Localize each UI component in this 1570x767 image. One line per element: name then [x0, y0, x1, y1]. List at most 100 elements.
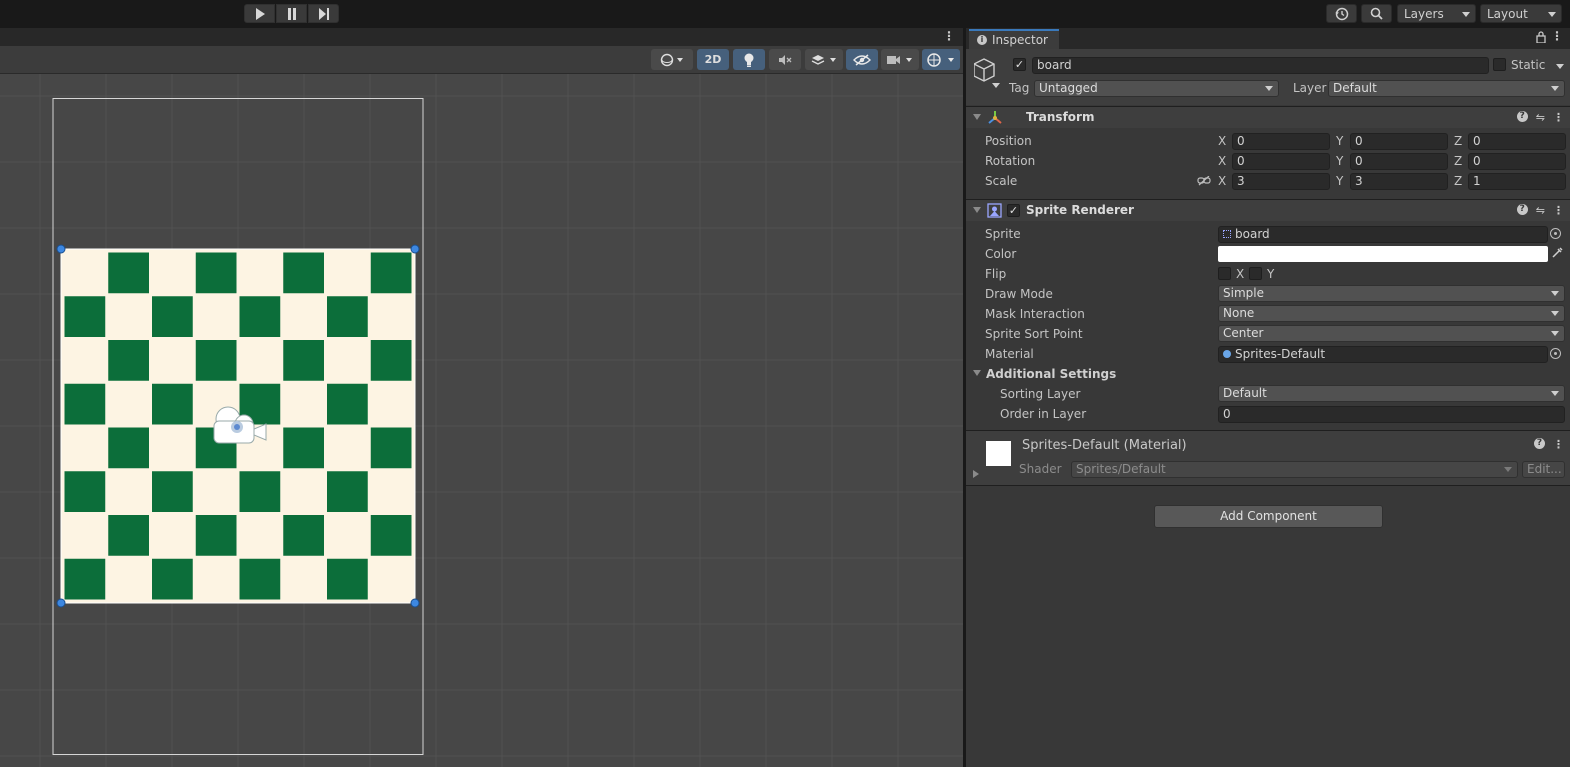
board-dark-square — [283, 515, 324, 556]
rotation-y-field[interactable]: 0 — [1350, 153, 1448, 170]
board-dark-square — [327, 296, 368, 337]
more-options-icon[interactable]: ⋮ — [1553, 438, 1564, 451]
help-icon[interactable]: ? — [1534, 438, 1545, 449]
board-dark-square — [64, 296, 106, 337]
mask-interaction-dropdown[interactable]: None — [1218, 305, 1565, 322]
board-dark-square — [327, 383, 368, 425]
rect-handle-bottom-right[interactable] — [410, 598, 420, 608]
board-dark-square — [239, 296, 281, 337]
scene-viewport[interactable] — [0, 74, 963, 767]
layers-dropdown[interactable]: Layers — [1397, 4, 1476, 23]
rotation-x-field[interactable]: 0 — [1232, 153, 1330, 170]
sprite-sort-point-dropdown[interactable]: Center — [1218, 325, 1565, 342]
board-dark-square — [370, 515, 412, 556]
shading-mode-button[interactable] — [651, 49, 693, 70]
sprite-renderer-header[interactable]: ✓ Sprite Renderer ? ⇋ ⋮ — [966, 199, 1570, 221]
y-label: Y — [1336, 174, 1344, 188]
gameobject-name-field[interactable]: board — [1032, 57, 1489, 74]
color-swatch[interactable] — [1218, 246, 1548, 262]
tab-inspector[interactable]: i Inspector — [969, 29, 1059, 49]
foldout-arrow-icon[interactable] — [973, 207, 981, 213]
rect-handle-top-left[interactable] — [56, 244, 66, 254]
preset-icon[interactable]: ⇋ — [1536, 204, 1545, 217]
eyedropper-icon[interactable] — [1551, 247, 1563, 259]
pause-button[interactable] — [276, 4, 307, 23]
mute-icon — [779, 54, 792, 65]
more-options-icon[interactable]: ⋮ — [943, 30, 955, 42]
gameobject-cube-icon[interactable] — [974, 57, 1004, 89]
more-options-icon[interactable]: ⋮ — [1553, 204, 1564, 217]
layer-dropdown[interactable]: Default — [1328, 80, 1565, 97]
audio-toggle-button[interactable] — [769, 49, 801, 70]
order-in-layer-field[interactable]: 0 — [1218, 406, 1565, 423]
static-checkbox[interactable] — [1493, 58, 1506, 71]
scale-y-field[interactable]: 3 — [1350, 173, 1448, 190]
tag-label: Tag — [1009, 81, 1030, 95]
position-z-field[interactable]: 0 — [1468, 133, 1566, 150]
help-icon[interactable]: ? — [1516, 111, 1528, 122]
search-button[interactable] — [1361, 4, 1392, 23]
object-picker-icon[interactable] — [1550, 348, 1561, 359]
step-button[interactable] — [308, 4, 339, 23]
lighting-toggle-button[interactable] — [733, 49, 765, 70]
board-dark-square — [370, 427, 412, 469]
chevron-down-icon[interactable] — [1556, 64, 1564, 69]
play-button[interactable] — [244, 4, 275, 23]
scale-x-field[interactable]: 3 — [1232, 173, 1330, 190]
mask-interaction-row: Mask Interaction None — [966, 304, 1570, 324]
flip-x-checkbox[interactable] — [1218, 267, 1231, 280]
camera-dropdown[interactable] — [881, 49, 919, 70]
more-options-icon[interactable]: ⋮ — [1553, 111, 1564, 124]
foldout-arrow-icon[interactable] — [973, 114, 981, 120]
2d-toggle-button[interactable]: 2D — [697, 49, 729, 70]
gizmos-dropdown[interactable] — [922, 49, 960, 70]
position-y-field[interactable]: 0 — [1350, 133, 1448, 150]
rect-handle-bottom-left[interactable] — [56, 598, 66, 608]
additional-settings-row[interactable]: Additional Settings — [966, 364, 1570, 384]
shader-dropdown[interactable]: Sprites/Default — [1071, 461, 1518, 478]
active-checkbox[interactable]: ✓ — [1013, 58, 1026, 71]
component-header-icons: ? ⇋ ⋮ — [1516, 111, 1564, 124]
sprite-sort-point-value: Center — [1223, 326, 1264, 340]
help-icon[interactable]: ? — [1516, 204, 1528, 215]
position-x-field[interactable]: 0 — [1232, 133, 1330, 150]
object-picker-icon[interactable] — [1550, 228, 1561, 239]
scene-canvas[interactable] — [0, 74, 963, 767]
draw-mode-row: Draw Mode Simple — [966, 284, 1570, 304]
hidden-objects-toggle[interactable] — [846, 49, 878, 70]
layout-dropdown[interactable]: Layout — [1480, 4, 1562, 23]
constrain-proportions-icon[interactable] — [1197, 176, 1211, 186]
more-options-icon[interactable]: ⋮ — [1551, 29, 1563, 43]
sprite-object-field[interactable]: board — [1218, 226, 1548, 243]
tag-dropdown[interactable]: Untagged — [1034, 80, 1279, 97]
scale-z-field[interactable]: 1 — [1468, 173, 1566, 190]
transform-header[interactable]: Transform ? ⇋ ⋮ — [966, 106, 1570, 128]
step-icon — [318, 7, 329, 20]
sprite-renderer-enabled-checkbox[interactable]: ✓ — [1007, 204, 1020, 217]
effects-dropdown[interactable] — [805, 49, 843, 70]
board-dark-square — [108, 427, 149, 469]
foldout-arrow-icon[interactable] — [973, 470, 979, 478]
add-component-button[interactable]: Add Component — [1154, 505, 1383, 528]
chevron-down-icon — [1551, 331, 1559, 336]
order-in-layer-row: Order in Layer 0 — [966, 404, 1570, 424]
layer-label: Layer — [1293, 81, 1327, 95]
draw-mode-dropdown[interactable]: Simple — [1218, 285, 1565, 302]
mask-interaction-label: Mask Interaction — [985, 307, 1085, 321]
foldout-arrow-icon[interactable] — [973, 370, 981, 376]
material-object-field[interactable]: Sprites-Default — [1218, 346, 1548, 363]
preset-icon[interactable]: ⇋ — [1536, 111, 1545, 124]
lock-icon[interactable] — [1536, 31, 1546, 46]
board-dark-square — [283, 340, 324, 381]
sorting-layer-row: Sorting Layer Default — [966, 384, 1570, 404]
history-button[interactable] — [1326, 4, 1357, 23]
board-dark-square — [64, 471, 106, 512]
rotation-z-field[interactable]: 0 — [1468, 153, 1566, 170]
shader-edit-button[interactable]: Edit... — [1522, 461, 1565, 478]
inspector-tab-bar: i Inspector ⋮ — [966, 28, 1570, 49]
draw-mode-label: Draw Mode — [985, 287, 1053, 301]
rect-handle-top-right[interactable] — [410, 244, 420, 254]
flip-y-checkbox[interactable] — [1249, 267, 1262, 280]
sorting-layer-dropdown[interactable]: Default — [1218, 385, 1565, 402]
sprite-renderer-icon — [987, 203, 1002, 218]
